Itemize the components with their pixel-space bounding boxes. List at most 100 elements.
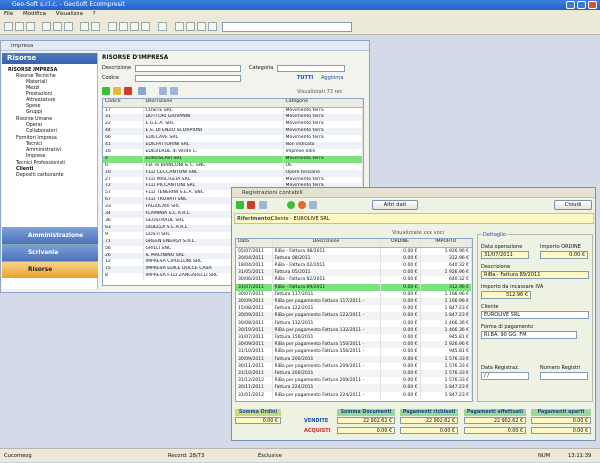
table-row[interactable]: 31 DOTTORI GIOVANNI Movimento terra [103, 114, 363, 122]
table-row[interactable]: 16 EDILVERDE di Verde C. Imprese edili [103, 148, 363, 156]
table-row[interactable]: 66 EDILCAVE SRL Movimento terra [103, 135, 363, 143]
chart-icon[interactable] [175, 22, 184, 31]
maximize-icon[interactable] [577, 1, 586, 9]
codice-input[interactable] [135, 75, 241, 82]
web-icon[interactable] [141, 22, 150, 31]
col-data[interactable]: Data [236, 239, 273, 248]
table-row[interactable]: 17 COSITE SRL Movimento terra [103, 107, 363, 115]
table-row[interactable]: 31/10/2011 RiBa per pagamento Fattura 156… [236, 348, 472, 356]
table-row[interactable]: 30/09/2011 RiBa per pagamento Fattura 122… [236, 312, 472, 320]
table-row[interactable]: 31/12/2012 RiBa per pagamento Fattura 209… [236, 377, 472, 385]
data-op-field[interactable]: 31/07/2011 [481, 251, 529, 259]
chiudi-button[interactable]: Chiudi [554, 200, 592, 210]
confirm-icon[interactable] [287, 201, 295, 209]
table-row[interactable]: 6 F.B. di BIANCONI & C. SNC OE [103, 162, 363, 170]
preview-icon[interactable] [91, 22, 100, 31]
col-descrizione[interactable]: Descrizione [143, 99, 284, 108]
mail-icon[interactable] [130, 22, 139, 31]
table-row[interactable]: 30/04/2011 Fattura 08/2011 0.00 €312.96 € [236, 254, 472, 262]
table-row[interactable]: 31/10/2011 Fattura 200/2011 0.00 €1 576.33… [236, 369, 472, 378]
col-ordine[interactable]: ORDINE [380, 239, 421, 248]
table-row[interactable]: 31/07/2011 RiBa - Fattura 89/2011 0.00 €31… [236, 283, 472, 291]
table-row[interactable]: 30/08/2011 Fattura 132/2011 0.00 €1 466.36… [236, 319, 472, 327]
menu-visualizza[interactable]: Visualizza [56, 11, 83, 17]
num-reg-field[interactable] [540, 372, 588, 380]
descr-field[interactable]: RiBa - Fattura 89/2011 [481, 271, 589, 279]
menu-file[interactable]: File [4, 11, 13, 17]
menu-modifica[interactable]: Modifica [23, 11, 46, 17]
add-icon[interactable] [102, 87, 110, 95]
delete-entry-icon[interactable] [247, 201, 255, 209]
col-descrizione-reg[interactable]: Descrizione [272, 239, 381, 248]
tree-imprese[interactable]: Imprese [26, 154, 45, 160]
col-categoria[interactable]: Categoria [283, 99, 363, 108]
descrizione-input[interactable] [135, 65, 241, 72]
nav-scrivania[interactable]: Scrivania [2, 244, 98, 261]
minimize-icon[interactable] [566, 1, 575, 9]
table-row[interactable]: 30/09/2011 Fattura 200/2011 0.00 €1 576.33… [236, 355, 472, 363]
aggiorna-link[interactable]: Aggiorna [321, 75, 343, 81]
table-cell: Fattura 08/2011 [272, 254, 381, 262]
nav-risorse[interactable]: Risorse [2, 261, 98, 278]
table-row[interactable]: 30/11/2011 RiBa per pagamento Fattura 209… [236, 362, 472, 370]
copy-icon[interactable] [53, 22, 62, 31]
importo-ordine-field[interactable]: 0.00 € [540, 251, 588, 259]
cancel-icon[interactable] [298, 201, 306, 209]
table-row[interactable]: 4 EUROSCAVI SRL Movimento terra [103, 155, 363, 163]
edit-icon[interactable] [113, 87, 121, 95]
table-cell: Opere terziarie [283, 169, 363, 177]
print-entry-icon[interactable] [259, 201, 267, 209]
calendar-icon[interactable] [108, 22, 117, 31]
table-row[interactable]: 30/07/2011 Fattura 117/2011 0.00 €1 166.96… [236, 290, 472, 298]
help-icon[interactable] [208, 22, 217, 31]
tools-icon[interactable] [186, 22, 195, 31]
tree-gruppi[interactable]: Gruppi [26, 110, 42, 116]
info-icon[interactable] [197, 22, 206, 31]
nav-amministrazione[interactable]: Amministrazione [2, 227, 98, 244]
delete-icon[interactable] [124, 87, 132, 95]
cut-icon[interactable] [42, 22, 51, 31]
table-row[interactable]: 30/11/2011 Fattura 224/2011 0.00 €1 847.23… [236, 384, 472, 392]
table-row[interactable]: 30/09/2011 RiBa per pagamento Fattura 117… [236, 297, 472, 306]
paste-icon[interactable] [64, 22, 73, 31]
table-row[interactable]: 44 E.S. DI ENZO SCORPIONI Movimento terra [103, 128, 363, 136]
table-row[interactable]: 18/04/2011 RiBa - Fattura 02/2011 0.00 €64… [236, 261, 472, 270]
print-list-icon[interactable] [138, 87, 146, 95]
toolbar-select[interactable] [222, 22, 352, 32]
altri-dati-button[interactable]: Altri dati [372, 200, 418, 210]
filter-icon[interactable] [170, 87, 178, 95]
table-row[interactable]: 30/06/2011 RiBa - Fattura 82/2011 0.00 €64… [236, 276, 472, 284]
calculator-icon[interactable] [119, 22, 128, 31]
tree-collaboratori[interactable]: Collaboratori [26, 129, 57, 135]
save-icon[interactable] [26, 22, 35, 31]
categoria-select[interactable] [277, 65, 345, 72]
cliente-select[interactable]: EUROLIVE SRL [481, 311, 589, 319]
table-row[interactable]: 30/09/2011 RiBa per pagamento Fattura 150… [236, 341, 472, 349]
close-icon[interactable] [588, 1, 597, 9]
table-row[interactable]: 31/01/2012 RiBa per pagamento Fattura 224… [236, 391, 472, 399]
tutti-link[interactable]: TUTTI [297, 75, 313, 81]
table-row[interactable]: 15/08/2011 Fattura 122/2011 0.00 €1 847.23… [236, 305, 472, 313]
table-row[interactable]: 31/07/2011 Fattura 156/2011 0.00 €945.81 € [236, 333, 472, 342]
data-reg-field[interactable]: / / [481, 372, 529, 380]
table-row[interactable]: 27 F.LLI MISCIGLIA SRL Movimento terra [103, 176, 363, 184]
table-row[interactable]: 05/07/2011 RiBa - Fattura 48/2011 0.00 €1 … [236, 247, 472, 255]
open-icon[interactable] [15, 22, 24, 31]
menu-help[interactable]: ? [93, 11, 96, 17]
col-importo[interactable]: IMPORTO [420, 239, 472, 248]
table-row[interactable]: 22 E.G.E.A. SRL Movimento terra [103, 121, 363, 129]
export-icon[interactable] [159, 87, 167, 95]
forma-select[interactable]: RI.BA. 90 GG. FM [481, 331, 577, 339]
table-row[interactable]: 10 F.LLI CECCANTONI SNC Opere terziarie [103, 169, 363, 177]
new-icon[interactable] [4, 22, 13, 31]
add-entry-icon[interactable] [236, 201, 244, 209]
attach-icon[interactable] [309, 201, 317, 209]
print-icon[interactable] [80, 22, 89, 31]
table-row[interactable]: 41 EDILFATTORINI SRL Non indicato [103, 142, 363, 149]
col-codice[interactable]: Codice [103, 99, 144, 108]
importo-incassare-field[interactable]: 312.96 € [481, 291, 531, 299]
report-icon[interactable] [158, 22, 167, 31]
table-row[interactable]: 31/05/2011 Fattura 05/2011 0.00 €1 926.96 … [236, 269, 472, 277]
table-row[interactable]: 30/10/2011 RiBa per pagamento Fattura 132… [236, 326, 472, 334]
tree-depositi[interactable]: Depositi carburante [16, 173, 64, 179]
